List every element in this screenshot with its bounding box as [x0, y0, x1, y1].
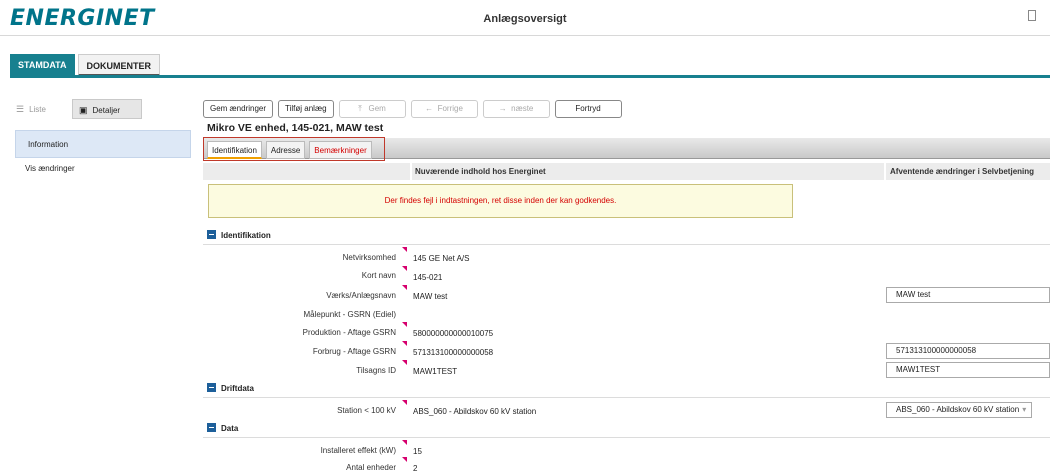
field-value: ABS_060 - Abildskov 60 kV station — [413, 407, 537, 416]
field-value: 145-021 — [413, 273, 443, 282]
field-label: Antal enheder — [346, 463, 396, 472]
tab-adresse[interactable]: Adresse — [265, 141, 306, 159]
record-title: Mikro VE enhed, 145-021, MAW test — [207, 122, 384, 134]
chevron-down-icon[interactable]: ▾ — [1022, 405, 1026, 414]
tab-identifikation[interactable]: Identifikation — [207, 141, 262, 159]
field-label: Netvirksomhed — [342, 253, 396, 262]
field-label: Produktion - Aftage GSRN — [302, 328, 396, 337]
field-label: Tilsagns ID — [356, 366, 396, 375]
subtabs: Identifikation Adresse Bemærkninger — [203, 137, 385, 161]
field-value: MAW test — [413, 292, 448, 301]
save-button[interactable]: ⤒ Gem — [338, 100, 406, 118]
divider — [203, 397, 1050, 398]
main-tabs: STAMDATA DOKUMENTER — [10, 54, 163, 76]
field-value: 2 — [413, 464, 418, 473]
required-marker — [402, 322, 407, 327]
tab-stamdata[interactable]: STAMDATA — [10, 54, 75, 76]
tab-underline — [10, 75, 1050, 78]
section-data[interactable]: Data — [207, 421, 238, 437]
add-plant-button[interactable]: Tilføj anlæg — [278, 100, 334, 118]
page-title: Anlægsoversigt — [483, 13, 567, 25]
toolbar: Gem ændringer Tilføj anlæg ⤒ Gem ← Forri… — [203, 100, 627, 118]
required-marker — [402, 457, 407, 462]
section-driftdata[interactable]: Driftdata — [207, 381, 254, 397]
pending-value-field[interactable]: MAW1TEST — [886, 362, 1050, 378]
detaljer-toggle[interactable]: ▣ Detaljer — [72, 99, 142, 119]
label-column-header — [203, 163, 410, 180]
required-marker — [402, 341, 407, 346]
details-icon: ▣ — [79, 105, 88, 115]
document-icon[interactable] — [1028, 10, 1036, 21]
required-marker — [402, 266, 407, 271]
arrow-left-icon: ← — [425, 104, 434, 113]
pending-value-field[interactable]: MAW test — [886, 287, 1050, 303]
liste-toggle[interactable]: ☰ Liste — [10, 99, 70, 119]
arrow-right-icon: → — [498, 104, 507, 113]
required-marker — [402, 285, 407, 290]
collapse-icon[interactable] — [207, 423, 216, 433]
pending-value-field[interactable]: 571313100000000058 — [886, 343, 1050, 359]
save-icon: ⤒ — [358, 104, 362, 113]
field-label: Station < 100 kV — [337, 406, 396, 415]
tab-bemaerkninger[interactable]: Bemærkninger — [309, 141, 372, 159]
station-select[interactable]: ABS_060 - Abildskov 60 kV station ▾ — [886, 402, 1032, 418]
next-button[interactable]: → næste — [482, 100, 550, 118]
field-value: 15 — [413, 447, 422, 456]
required-marker — [402, 400, 407, 405]
required-marker — [402, 247, 407, 252]
side-navigation: Information Vis ændringer — [15, 130, 191, 180]
field-label: Målepunkt - GSRN (Ediel) — [303, 310, 396, 319]
view-toggle: ☰ Liste ▣ Detaljer — [10, 99, 193, 119]
section-identifikation[interactable]: Identifikation — [207, 228, 271, 244]
field-label: Forbrug - Aftage GSRN — [312, 347, 396, 356]
error-message: Der findes fejl i indtastningen, ret dis… — [208, 184, 793, 218]
field-value: MAW1TEST — [413, 367, 458, 376]
list-icon: ☰ — [16, 104, 25, 114]
top-bar: ENERGINET Anlægsoversigt — [0, 0, 1050, 36]
divider — [203, 244, 1050, 245]
field-value: 580000000000010075 — [413, 329, 494, 338]
sidenav-item-information[interactable]: Information — [15, 130, 191, 158]
field-value: 571313100000000058 — [413, 348, 494, 357]
divider — [203, 437, 1050, 438]
required-marker — [402, 360, 407, 365]
sidenav-item-vis-aendringer[interactable]: Vis ændringer — [15, 158, 191, 180]
previous-button[interactable]: ← Forrige — [410, 100, 478, 118]
field-label: Installeret effekt (kW) — [320, 446, 396, 455]
collapse-icon[interactable] — [207, 383, 216, 393]
save-changes-button[interactable]: Gem ændringer — [203, 100, 274, 118]
field-value: 145 GE Net A/S — [413, 254, 470, 263]
field-label: Værks/Anlægsnavn — [326, 291, 396, 300]
collapse-icon[interactable] — [207, 230, 216, 240]
required-marker — [402, 440, 407, 445]
current-column-header: Nuværende indhold hos Energinet — [412, 163, 884, 180]
pending-column-header: Afventende ændringer i Selvbetjening — [886, 163, 1050, 180]
undo-button[interactable]: Fortryd — [554, 100, 622, 118]
field-label: Kort navn — [361, 271, 396, 280]
tab-dokumenter[interactable]: DOKUMENTER — [77, 54, 160, 76]
